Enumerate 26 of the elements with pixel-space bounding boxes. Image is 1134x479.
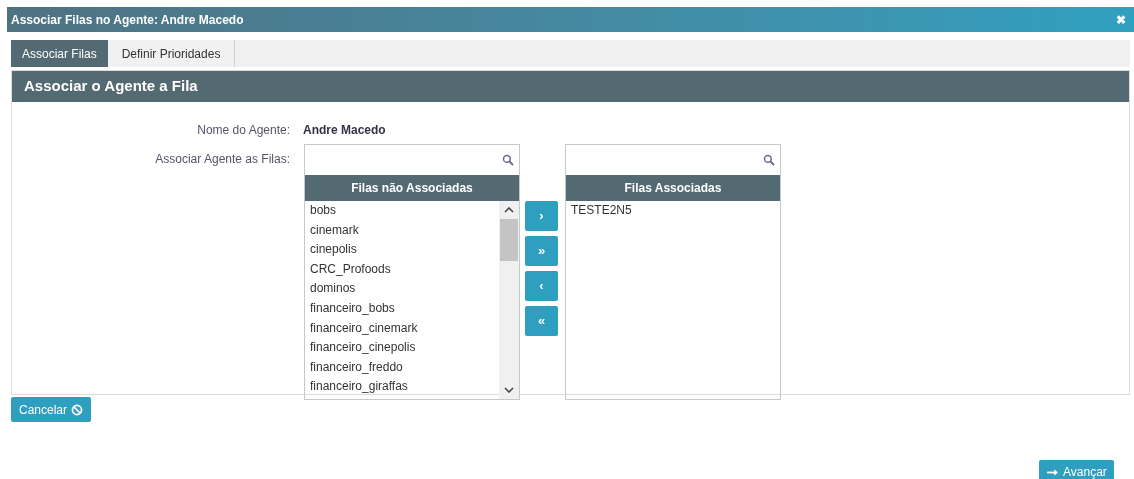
search-icon — [763, 154, 775, 166]
list-item[interactable]: financeiro_giraffas — [310, 377, 408, 397]
prohibited-icon — [71, 403, 84, 416]
field-label: Nome do Agente: — [196, 122, 290, 139]
list-item[interactable]: financeiro_bobs — [310, 298, 395, 319]
list-header: Filas não Associadas — [305, 175, 519, 201]
field-label: Associar Agente as Filas: — [154, 151, 290, 168]
list-header: Filas Associadas — [566, 175, 780, 201]
list-item[interactable]: bobs — [310, 201, 337, 221]
tab[interactable]: Definir Prioridades — [107, 40, 236, 67]
list-item[interactable]: financeiro_cinemark — [310, 318, 418, 339]
scrollbar[interactable] — [499, 201, 519, 399]
tab[interactable]: Associar Filas — [11, 40, 108, 67]
list-item[interactable]: cinemark — [310, 220, 359, 241]
list-item[interactable]: financeiro_freddo — [310, 357, 403, 378]
list-item[interactable]: CRC_Profoods — [310, 259, 391, 280]
scroll-thumb[interactable] — [500, 219, 518, 261]
section-header: Associar o Agente a Fila — [12, 71, 1129, 102]
list-item[interactable]: dominos — [310, 279, 356, 299]
list-item[interactable]: cinepolis — [310, 240, 357, 260]
list-item[interactable]: TESTE2N5 — [571, 201, 632, 221]
list-item[interactable]: financeiro_cinepolis — [310, 338, 416, 358]
arrow-right-icon — [1046, 467, 1059, 477]
window-title: Associar Filas no Agente: Andre Macedo — [11, 11, 244, 29]
agent-name: Andre Macedo — [303, 122, 386, 139]
search-icon — [502, 154, 514, 166]
